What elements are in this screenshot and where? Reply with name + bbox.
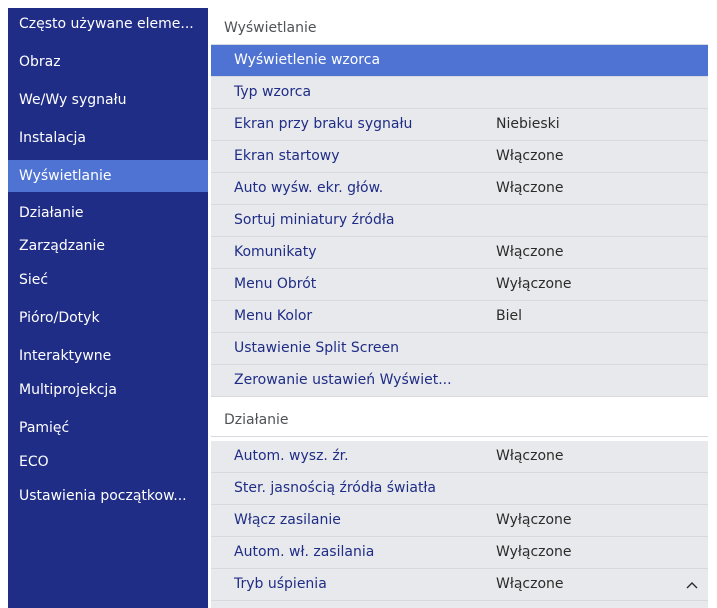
sidebar-item-zarzadzanie[interactable]: Zarządzanie [8, 230, 208, 262]
sidebar-item-multiprojekcja[interactable]: Multiprojekcja [8, 374, 208, 406]
menu-row-label: Menu Kolor [234, 308, 313, 324]
menu-row-label: Ster. jasnością źródła światła [234, 480, 436, 496]
menu-row-autom-wl-zasilania[interactable]: Autom. wł. zasilania Wyłączone [211, 537, 708, 569]
chevron-up-icon[interactable] [685, 578, 699, 592]
menu-row-autom-wysz-zr[interactable]: Autom. wysz. źr. Włączone [211, 441, 708, 473]
menu-row-value: Biel [496, 308, 522, 324]
menu-row-ster-jasnoscia[interactable]: Ster. jasnością źródła światła [211, 473, 708, 505]
menu-row-wyswietlenie-wzorca[interactable]: Wyświetlenie wzorca [211, 45, 708, 77]
menu-row-ustawienie-split-screen[interactable]: Ustawienie Split Screen [211, 333, 708, 365]
settings-panel: Wyświetlanie Wyświetlenie wzorca Typ wzo… [211, 8, 708, 608]
menu-row-value: Wyłączone [496, 512, 572, 528]
menu-row-value: Włączone [496, 148, 564, 164]
menu-row-label: Włącz zasilanie [234, 512, 341, 528]
sidebar-item-dzialanie[interactable]: Działanie [8, 197, 208, 229]
menu-row-auto-wysw-ekr-glow[interactable]: Auto wyśw. ekr. głów. Włączone [211, 173, 708, 205]
menu-row-typ-wzorca[interactable]: Typ wzorca [211, 77, 708, 109]
sidebar-item-siec[interactable]: Sieć [8, 264, 208, 296]
menu-row-label: Autom. wysz. źr. [234, 448, 349, 464]
sidebar-item-instalacja[interactable]: Instalacja [8, 122, 208, 154]
sidebar-item-interaktywne[interactable]: Interaktywne [8, 340, 208, 372]
menu-row-value: Włączone [496, 180, 564, 196]
sidebar-item-we-wy-sygnalu[interactable]: We/Wy sygnału [8, 84, 208, 116]
menu-row-label: Auto wyśw. ekr. głów. [234, 180, 384, 196]
menu-row-partial [211, 601, 708, 608]
category-sidebar: Często używane eleme... Obraz We/Wy sygn… [8, 8, 208, 608]
menu-row-label: Ekran przy braku sygnału [234, 116, 413, 132]
sidebar-item-pioro-dotyk[interactable]: Pióro/Dotyk [8, 302, 208, 334]
menu-row-label: Ekran startowy [234, 148, 340, 164]
menu-row-label: Zerowanie ustawień Wyświet... [234, 372, 452, 388]
menu-row-value: Wyłączone [496, 544, 572, 560]
menu-row-value: Niebieski [496, 116, 560, 132]
sidebar-item-wyswietlanie[interactable]: Wyświetlanie [8, 160, 208, 192]
menu-row-tryb-uspienia[interactable]: Tryb uśpienia Włączone [211, 569, 708, 601]
menu-row-menu-obrot[interactable]: Menu Obrót Wyłączone [211, 269, 708, 301]
menu-row-label: Menu Obrót [234, 276, 317, 292]
menu-row-ekran-startowy[interactable]: Ekran startowy Włączone [211, 141, 708, 173]
sidebar-item-obraz[interactable]: Obraz [8, 46, 208, 78]
menu-row-label: Tryb uśpienia [234, 576, 327, 592]
menu-row-label: Typ wzorca [234, 84, 312, 100]
menu-row-label: Autom. wł. zasilania [234, 544, 375, 560]
sidebar-item-pamiec[interactable]: Pamięć [8, 412, 208, 444]
sidebar-item-eco[interactable]: ECO [8, 446, 208, 478]
menu-row-value: Wyłączone [496, 276, 572, 292]
section-header-label: Wyświetlanie [224, 20, 317, 36]
sidebar-item-czesto-uzywane[interactable]: Często używane eleme... [8, 8, 208, 40]
section-header-wyswietlanie: Wyświetlanie [211, 13, 708, 45]
menu-row-wlacz-zasilanie[interactable]: Włącz zasilanie Wyłączone [211, 505, 708, 537]
menu-row-zerowanie-ustawien[interactable]: Zerowanie ustawień Wyświet... [211, 365, 708, 397]
menu-row-sortuj-miniatury-zrodla[interactable]: Sortuj miniatury źródła [211, 205, 708, 237]
menu-row-ekran-przy-braku-sygnalu[interactable]: Ekran przy braku sygnału Niebieski [211, 109, 708, 141]
menu-row-label: Sortuj miniatury źródła [234, 212, 395, 228]
section-header-dzialanie: Działanie [211, 405, 708, 437]
menu-row-label: Komunikaty [234, 244, 317, 260]
menu-row-menu-kolor[interactable]: Menu Kolor Biel [211, 301, 708, 333]
section-header-label: Działanie [224, 412, 289, 428]
menu-row-komunikaty[interactable]: Komunikaty Włączone [211, 237, 708, 269]
menu-row-value: Włączone [496, 448, 564, 464]
menu-row-label: Ustawienie Split Screen [234, 340, 400, 356]
menu-row-label: Wyświetlenie wzorca [234, 52, 381, 68]
menu-row-value: Włączone [496, 576, 564, 592]
menu-row-value: Włączone [496, 244, 564, 260]
settings-menu: Często używane eleme... Obraz We/Wy sygn… [8, 8, 708, 608]
sidebar-item-ustawienia-poczatkowe[interactable]: Ustawienia początkow... [8, 480, 208, 512]
